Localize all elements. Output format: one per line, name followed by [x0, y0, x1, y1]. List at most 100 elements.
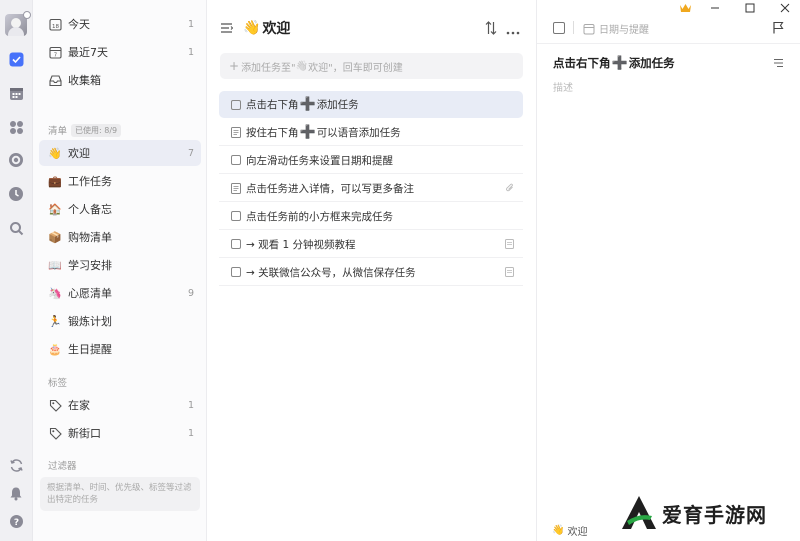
page-title-text: 欢迎 [262, 21, 291, 37]
svg-text:7: 7 [53, 52, 56, 58]
sidebar-item-label: 新街口 [68, 427, 101, 440]
crown-icon[interactable] [670, 0, 700, 16]
flag-icon[interactable] [772, 21, 784, 37]
add-task-prefix: 添加任务至" [241, 62, 296, 74]
detail-toolbar: 日期与提醒 [537, 16, 800, 44]
minimize-button[interactable] [700, 0, 730, 16]
sort-icon[interactable] [485, 21, 497, 38]
task-text: 点击任务进入详情，可以写更多备注 [246, 182, 414, 195]
sidebar-item-today[interactable]: 18 今天 1 [39, 11, 201, 37]
detail-checkbox[interactable] [553, 22, 565, 34]
inbox-icon [48, 73, 62, 87]
sidebar-item-label: 工作任务 [68, 175, 112, 188]
task-row[interactable]: 点击任务进入详情，可以写更多备注 [219, 175, 523, 202]
add-task-input[interactable]: + 添加任务至" 👋 欢迎"，回车即可创建 [220, 53, 523, 79]
brand-logo-icon [622, 496, 656, 529]
calendar-day-icon: 18 [48, 17, 62, 31]
sidebar-item-birthday[interactable]: 🎂 生日提醒 [39, 336, 201, 362]
maximize-button[interactable] [735, 0, 765, 16]
task-row[interactable]: 点击右下角 ➕ 添加任务 [219, 91, 523, 118]
date-reminder-label: 日期与提醒 [599, 25, 649, 36]
wave-emoji-icon: 👋 [48, 146, 62, 160]
menu-icon[interactable] [220, 22, 234, 37]
svg-text:18: 18 [52, 24, 59, 30]
sidebar-item-study[interactable]: 📖 学习安排 [39, 252, 201, 278]
task-text: 向左滑动任务来设置日期和提醒 [246, 154, 393, 167]
sidebar-item-label: 收集箱 [68, 74, 101, 87]
unicorn-emoji-icon: 🦄 [48, 286, 62, 300]
grid-icon[interactable] [7, 118, 25, 136]
sidebar-item-exercise[interactable]: 🏃 锻炼计划 [39, 308, 201, 334]
sidebar-item-next7[interactable]: 7 最近7天 1 [39, 39, 201, 65]
brand-text: 爱育手游网 [662, 502, 767, 527]
sidebar-item-label: 最近7天 [68, 46, 108, 59]
sidebar-item-label: 欢迎 [68, 147, 90, 160]
task-row[interactable]: → 观看 1 分钟视频教程 [219, 231, 523, 258]
check-square-icon[interactable] [7, 50, 25, 68]
count: 1 [187, 427, 194, 439]
wave-emoji-icon: 👋 [552, 525, 565, 536]
sidebar-item-wishlist[interactable]: 🦄 心愿清单 9 [39, 280, 201, 306]
search-icon[interactable] [7, 219, 25, 237]
clock-icon[interactable] [7, 185, 25, 203]
package-emoji-icon: 📦 [48, 230, 62, 244]
plus-emoji-icon: ➕ [299, 97, 316, 112]
plus-emoji-icon: ➕ [299, 124, 316, 140]
sidebar-item-personal[interactable]: 🏠 个人备忘 [39, 196, 201, 222]
calendar-icon [583, 23, 595, 34]
plus-emoji-icon: ➕ [611, 55, 628, 71]
count: 1 [187, 46, 194, 58]
svg-text:?: ? [13, 518, 18, 528]
task-checkbox[interactable] [231, 211, 241, 221]
sidebar-item-welcome[interactable]: 👋 欢迎 7 [39, 140, 201, 166]
note-icon [505, 239, 515, 249]
sidebar-item-tag-home[interactable]: 在家 1 [39, 392, 201, 418]
detail-title[interactable]: 点击右下角 ➕ 添加任务 [553, 55, 675, 71]
help-icon[interactable]: ? [7, 512, 25, 530]
task-row[interactable]: 向左滑动任务来设置日期和提醒 [219, 147, 523, 174]
task-text-post: 可以语音添加任务 [316, 126, 401, 139]
calendar-icon[interactable] [7, 84, 25, 102]
sidebar-item-inbox[interactable]: 收集箱 [39, 67, 201, 93]
tag-icon [48, 398, 62, 412]
close-button[interactable] [770, 0, 800, 16]
sidebar-item-shopping[interactable]: 📦 购物清单 [39, 224, 201, 250]
task-checkbox[interactable] [231, 155, 241, 165]
detail-list-selector[interactable]: 👋 欢迎 [552, 523, 587, 538]
note-task-icon[interactable] [231, 182, 241, 194]
book-emoji-icon: 📖 [48, 258, 62, 272]
target-icon[interactable] [7, 151, 25, 169]
task-text: → 观看 1 分钟视频教程 [246, 238, 356, 251]
tag-icon [48, 426, 62, 440]
description-input[interactable]: 描述 [553, 79, 573, 94]
more-icon[interactable] [506, 25, 520, 38]
attachment-icon [505, 183, 515, 193]
status-dot [23, 11, 31, 19]
task-checkbox[interactable] [231, 267, 241, 277]
sidebar-item-label: 锻炼计划 [68, 315, 112, 328]
add-task-suffix: 欢迎"，回车即可创建 [308, 62, 403, 74]
sidebar-item-work[interactable]: 💼 工作任务 [39, 168, 201, 194]
sidebar-item-tag-xinjiekou[interactable]: 新街口 1 [39, 420, 201, 446]
list-format-icon[interactable] [773, 58, 784, 71]
task-text: 点击任务前的小方框来完成任务 [246, 210, 393, 223]
tags-header: 标签 [48, 375, 67, 389]
detail-title-post: 添加任务 [628, 56, 675, 70]
note-task-icon[interactable] [231, 126, 241, 138]
lists-header-label: 清单 [48, 126, 68, 137]
task-row[interactable]: 按住右下角 ➕ 可以语音添加任务 [219, 119, 523, 146]
task-row[interactable]: → 关联微信公众号，从微信保存任务 [219, 259, 523, 286]
task-row[interactable]: 点击任务前的小方框来完成任务 [219, 203, 523, 230]
page-title: 👋 欢迎 [243, 18, 290, 38]
date-reminder-button[interactable]: 日期与提醒 [583, 21, 649, 36]
sync-icon[interactable] [7, 456, 25, 474]
bell-icon[interactable] [7, 484, 25, 502]
wave-emoji-icon: 👋 [243, 20, 261, 36]
sidebar-item-label: 购物清单 [68, 231, 112, 244]
calendar-week-icon: 7 [48, 45, 62, 59]
task-checkbox[interactable] [231, 239, 241, 249]
note-icon [505, 267, 515, 277]
filters-hint[interactable]: 根据清单、时间、优先级、标签等过滤出特定的任务 [40, 477, 200, 511]
task-checkbox[interactable] [231, 99, 241, 110]
count: 1 [187, 18, 194, 30]
